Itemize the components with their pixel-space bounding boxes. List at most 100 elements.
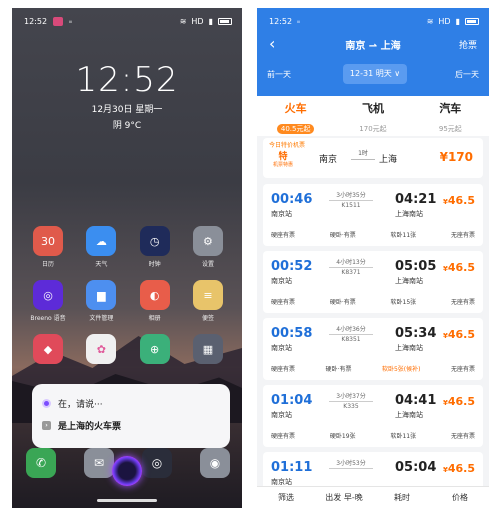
app-label: 日历 bbox=[41, 261, 54, 268]
filter-bar: 筛选 出发 早-晚 耗时 价格 bbox=[257, 486, 489, 508]
app-icon[interactable]: ◐ 相册 bbox=[133, 280, 177, 322]
trip-duration: 3小时53分 bbox=[336, 460, 366, 467]
seat-info: 无座有票 bbox=[450, 433, 475, 440]
battery-icon bbox=[218, 17, 232, 25]
train-row[interactable]: 00:58 南京站 4小时36分 K8351 05:34 上海南站 ¥46.5 硬座有票 硬卧·… bbox=[263, 318, 483, 380]
tab-2[interactable]: 汽车 95元起 bbox=[412, 96, 489, 136]
app-icon[interactable]: ◎ Breeno 语音 bbox=[26, 280, 70, 322]
next-day-button[interactable]: 后一天 bbox=[455, 69, 479, 80]
seat-info: 软卧11张 bbox=[390, 232, 417, 239]
ticket-price: ¥46.5 bbox=[443, 328, 475, 341]
train-row[interactable]: 00:52 南京站 4小时13分 K8371 05:05 上海南站 ¥46.5 硬座有票 硬卧·… bbox=[263, 251, 483, 313]
departure-time: 00:58 bbox=[271, 326, 313, 341]
price-value: 46.5 bbox=[447, 395, 475, 408]
date-picker-button[interactable]: 12-31 明天 ∨ bbox=[343, 64, 407, 84]
ticket-price: ¥46.5 bbox=[443, 395, 475, 408]
app-icon[interactable]: ✿ bbox=[79, 334, 123, 367]
seat-availability: 硬座有票 硬卧·有票 软卧15张 无座有票 bbox=[271, 297, 475, 306]
app-label: 便签 bbox=[201, 315, 214, 322]
filter-option[interactable]: 耗时 bbox=[373, 487, 431, 508]
app-label: 天气 bbox=[95, 261, 108, 268]
wifi-icon: ≋ bbox=[426, 16, 434, 26]
nav-row: ‹ 南京 ⇀ 上海 抢票 bbox=[257, 34, 489, 54]
transport-tabs: 火车 40.5元起 飞机 170元起 汽车 95元起 bbox=[257, 96, 489, 136]
special-from: 南京 bbox=[319, 155, 338, 165]
train-row[interactable]: 01:04 南京站 3小时37分 K335 04:41 上海南站 ¥46.5 硬座有票 硬卧19… bbox=[263, 385, 483, 447]
train-number: K335 bbox=[343, 403, 359, 410]
app-icon[interactable]: ▆ 文件管理 bbox=[79, 280, 123, 322]
tab-price: 95元起 bbox=[438, 125, 462, 133]
price-value: 46.5 bbox=[447, 194, 475, 207]
departure-station: 南京站 bbox=[271, 344, 292, 352]
app-icon-glyph: ≡ bbox=[192, 280, 223, 310]
dock-app-icon[interactable]: ✉ bbox=[84, 448, 114, 478]
app-icon[interactable]: ◷ 时钟 bbox=[133, 226, 177, 268]
route-line bbox=[329, 401, 373, 402]
seat-info: 软卧5张(候补) bbox=[381, 366, 421, 373]
assistant-query-text: 是上海的火车票 bbox=[58, 421, 122, 432]
app-icon[interactable]: ▦ bbox=[186, 334, 230, 367]
app-label: 文件管理 bbox=[89, 315, 114, 322]
app-icon-glyph: ▆ bbox=[86, 280, 117, 310]
seat-info: 无座有票 bbox=[450, 299, 475, 306]
seat-availability: 硬座有票 硬卧·有票 软卧5张(候补) 无座有票 bbox=[271, 364, 475, 373]
signal-icon: ▮ bbox=[208, 16, 213, 26]
arrival-station: 上海南站 bbox=[395, 344, 423, 352]
train-number: K8351 bbox=[341, 336, 361, 343]
prev-day-button[interactable]: 前一天 bbox=[267, 69, 291, 80]
special-flight-card[interactable]: 今日特价机票 特 机票特惠 南京 1时 上海 ¥170 bbox=[263, 138, 483, 178]
trip-duration: 4小时13分 bbox=[336, 259, 366, 266]
assistant-icon bbox=[42, 398, 51, 408]
trip-duration: 4小时36分 bbox=[336, 326, 366, 333]
app-icon-glyph: ◐ bbox=[139, 280, 170, 310]
dock-app-icon[interactable]: ◎ bbox=[142, 448, 172, 478]
breeno-orb-icon[interactable] bbox=[112, 456, 142, 486]
app-icon[interactable]: ⊕ bbox=[133, 334, 177, 367]
seat-info: 软卧15张 bbox=[390, 299, 417, 306]
screenshot-frame: 12:52 ᵢᵢᵢ ≋ HD ▮ 12:52 12月30日 星期一 阴 9°C … bbox=[0, 0, 499, 517]
app-icon[interactable]: ≡ 便签 bbox=[186, 280, 230, 322]
trip-info: 3小时35分 K1511 bbox=[329, 190, 373, 209]
app-icon-glyph: ☁ bbox=[86, 226, 117, 256]
app-icon[interactable]: 30 日历 bbox=[26, 226, 70, 268]
trip-duration: 3小时35分 bbox=[336, 192, 366, 199]
notification-app-icon bbox=[53, 16, 64, 26]
assistant-prompt: 在，请说··· bbox=[42, 392, 220, 414]
app-icon[interactable]: ☁ 天气 bbox=[79, 226, 123, 268]
filter-option[interactable]: 筛选 bbox=[257, 487, 315, 508]
arrival-time: 05:34 bbox=[395, 326, 437, 341]
departure-station: 南京站 bbox=[271, 210, 292, 218]
seat-info: 硬座有票 bbox=[271, 433, 296, 440]
route-line bbox=[329, 468, 373, 469]
dock-app-icon[interactable]: ✆ bbox=[26, 448, 56, 478]
tab-1[interactable]: 飞机 170元起 bbox=[334, 96, 411, 136]
special-tag: 今日特价机票 bbox=[269, 142, 306, 149]
seat-info: 硬座有票 bbox=[271, 366, 296, 373]
filter-option[interactable]: 出发 早-晚 bbox=[315, 487, 373, 508]
tab-0[interactable]: 火车 40.5元起 bbox=[257, 96, 334, 136]
seat-info: 软卧11张 bbox=[390, 433, 417, 440]
route-line bbox=[329, 267, 373, 268]
battery-icon bbox=[465, 17, 479, 25]
status-bar: 12:52 ᵢᵢᵢ ≋ HD ▮ bbox=[269, 14, 479, 28]
arrival-station: 上海南站 bbox=[395, 411, 423, 419]
seat-info: 硬卧·有票 bbox=[329, 299, 356, 306]
lock-weather: 阴 9°C bbox=[112, 121, 142, 131]
dock-app-icon[interactable]: ◉ bbox=[200, 448, 230, 478]
tab-price: 40.5元起 bbox=[276, 124, 315, 134]
tab-label: 飞机 bbox=[361, 102, 384, 115]
filter-option[interactable]: 价格 bbox=[431, 487, 489, 508]
trip-info: 4小时36分 K8351 bbox=[329, 324, 373, 343]
home-indicator[interactable] bbox=[97, 499, 157, 502]
phone-home-screen: 12:52 ᵢᵢᵢ ≋ HD ▮ 12:52 12月30日 星期一 阴 9°C … bbox=[12, 8, 242, 508]
assistant-user-query[interactable]: › 是上海的火车票 bbox=[42, 414, 220, 436]
app-label: 时钟 bbox=[148, 261, 161, 268]
grab-ticket-button[interactable]: 抢票 bbox=[459, 38, 477, 51]
app-icon-glyph: ✿ bbox=[86, 334, 117, 364]
seat-availability: 硬座有票 硬卧19张 软卧11张 无座有票 bbox=[271, 431, 475, 440]
voice-assistant-card: 在，请说··· › 是上海的火车票 bbox=[32, 384, 230, 448]
app-icon[interactable]: ◆ bbox=[26, 334, 70, 367]
app-icon[interactable]: ⚙ 设置 bbox=[186, 226, 230, 268]
departure-station: 南京站 bbox=[271, 411, 292, 419]
train-row[interactable]: 00:46 南京站 3小时35分 K1511 04:21 上海南站 ¥46.5 硬座有票 硬卧·… bbox=[263, 184, 483, 246]
